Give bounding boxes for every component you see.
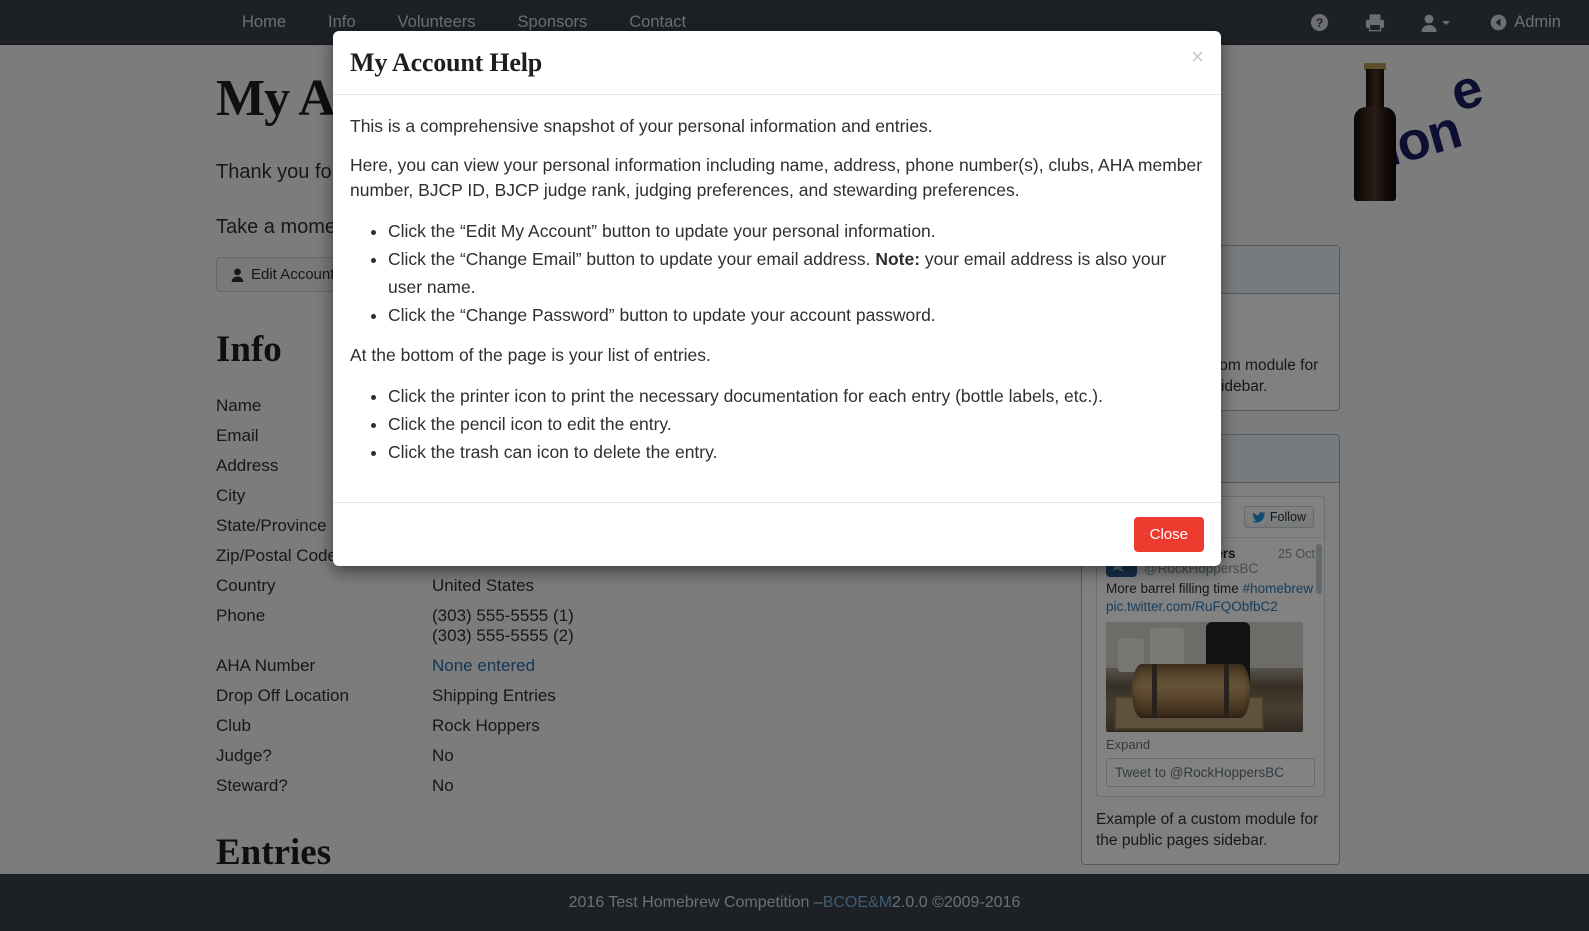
modal-paragraph-1: This is a comprehensive snapshot of your…: [350, 116, 933, 136]
list-item: Click the printer icon to print the nece…: [388, 382, 1204, 410]
modal-list-account: Click the “Edit My Account” button to up…: [350, 217, 1204, 329]
modal-list-entries: Click the printer icon to print the nece…: [350, 382, 1204, 466]
list-item: Click the “Change Password” button to up…: [388, 301, 1204, 329]
list-item-bold: Note:: [875, 249, 921, 269]
list-item: Click the “Change Email” button to updat…: [388, 245, 1204, 301]
list-item-prefix: Click the “Change Email” button to updat…: [388, 249, 876, 269]
close-icon[interactable]: ×: [1191, 46, 1204, 68]
modal-body: This is a comprehensive snapshot of your…: [333, 95, 1221, 502]
close-button[interactable]: Close: [1133, 517, 1204, 552]
modal-header: My Account Help ×: [333, 31, 1221, 95]
list-item: Click the “Edit My Account” button to up…: [388, 217, 1204, 245]
list-item: Click the trash can icon to delete the e…: [388, 438, 1204, 466]
modal-paragraph-2: Here, you can view your personal informa…: [350, 155, 1203, 200]
modal-footer: Close: [333, 502, 1221, 566]
modal-title: My Account Help: [350, 48, 542, 77]
list-item: Click the pencil icon to edit the entry.: [388, 410, 1204, 438]
modal-paragraph-3: At the bottom of the page is your list o…: [350, 345, 711, 365]
help-modal: My Account Help × This is a comprehensiv…: [333, 31, 1221, 566]
